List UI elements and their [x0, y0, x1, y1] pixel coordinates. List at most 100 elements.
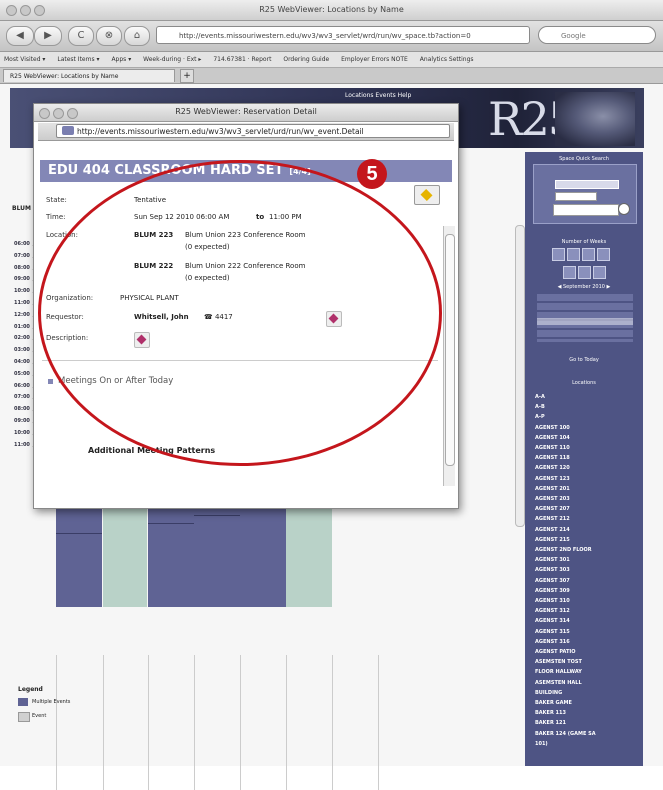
bookmark-item[interactable]: Week-during · Ext ▸: [143, 56, 201, 63]
reload-button[interactable]: C: [68, 26, 94, 46]
event-divider: [148, 523, 194, 524]
popup-address[interactable]: http://events.missouriwestern.edu/wv3/wv…: [56, 124, 450, 138]
location-link[interactable]: AGENST 203: [535, 496, 570, 502]
week-3-button[interactable]: [582, 248, 595, 261]
location-link[interactable]: AGENST 212: [535, 516, 570, 522]
location-link[interactable]: A-A: [535, 394, 545, 400]
location-link[interactable]: AGENST 312: [535, 608, 570, 614]
go-to-today-link[interactable]: Go to Today: [525, 357, 643, 363]
next-period-button[interactable]: [593, 266, 606, 279]
location-link[interactable]: AGENST 314: [535, 618, 570, 624]
time-label: 11:00: [14, 441, 30, 448]
time-label: 07:00: [14, 252, 30, 259]
location-link[interactable]: BAKER GAME: [535, 700, 572, 706]
forward-button[interactable]: ▶: [34, 26, 62, 46]
time-label: 01:00: [14, 323, 30, 330]
browser-titlebar: R25 WebViewer: Locations by Name: [0, 0, 663, 21]
event-block[interactable]: [194, 505, 240, 607]
location-link[interactable]: ASEMSTEN TOST: [535, 659, 582, 665]
location-link[interactable]: FLOOR HALLWAY: [535, 669, 582, 675]
location-link[interactable]: A-P: [535, 414, 545, 420]
grid-scrollbar[interactable]: [515, 225, 525, 527]
week-4-button[interactable]: [597, 248, 610, 261]
popup-scroll-thumb[interactable]: [445, 234, 455, 466]
address-url: http://events.missouriwestern.edu/wv3/wv…: [179, 32, 471, 40]
location-link[interactable]: AGENST 303: [535, 567, 570, 573]
location-link[interactable]: AGENST 118: [535, 455, 570, 461]
location-link[interactable]: AGENST 310: [535, 598, 570, 604]
bookmark-item[interactable]: 714.67381 · Report: [213, 56, 271, 63]
banner-photo: [555, 92, 635, 146]
search-field[interactable]: [555, 180, 619, 189]
calendar-title[interactable]: ◀ September 2010 ▶: [525, 284, 643, 290]
search-go-icon[interactable]: [618, 203, 630, 215]
step-badge: 5: [357, 159, 387, 189]
bookmark-item[interactable]: Latest Items ▾: [57, 56, 99, 63]
time-label: 12:00: [14, 311, 30, 318]
location-link[interactable]: A-B: [535, 404, 545, 410]
event-block[interactable]: [56, 505, 102, 607]
bookmark-item[interactable]: Analytics Settings: [420, 56, 474, 63]
prev-period-button[interactable]: [563, 266, 576, 279]
new-tab-button[interactable]: +: [180, 69, 194, 83]
location-link[interactable]: AGENST 309: [535, 588, 570, 594]
calendar-selected-week[interactable]: [537, 318, 633, 325]
location-link[interactable]: BAKER 124 (GAME SA: [535, 731, 596, 737]
location-link[interactable]: AGENST 307: [535, 578, 570, 584]
grid-col-line: [56, 655, 57, 790]
location-link[interactable]: AGENST 316: [535, 639, 570, 645]
location-link[interactable]: AGENST 104: [535, 435, 570, 441]
bookmark-item[interactable]: Ordering Guide: [283, 56, 329, 63]
location-link[interactable]: AGENST 301: [535, 557, 570, 563]
popup-url-bar: http://events.missouriwestern.edu/wv3/wv…: [38, 123, 454, 141]
location-link[interactable]: AGENST 315: [535, 629, 570, 635]
multi-event-block[interactable]: [103, 505, 147, 607]
calendar-export-button[interactable]: [414, 185, 440, 205]
bookmark-item[interactable]: Apps ▾: [111, 56, 131, 63]
event-block[interactable]: [240, 505, 286, 607]
display-select[interactable]: [555, 192, 597, 201]
home-button[interactable]: ⌂: [124, 26, 150, 46]
bookmark-item[interactable]: Employer Errors NOTE: [341, 56, 408, 63]
location-link[interactable]: AGENST 207: [535, 506, 570, 512]
search-input[interactable]: Google: [538, 26, 656, 44]
location-link[interactable]: AGENST 120: [535, 465, 570, 471]
address-bar[interactable]: http://events.missouriwestern.edu/wv3/wv…: [156, 26, 530, 44]
banner-links[interactable]: Locations Events Help: [345, 92, 411, 99]
search-text-input[interactable]: [553, 204, 619, 216]
time-label: 10:00: [14, 288, 30, 295]
location-link[interactable]: AGENST 123: [535, 476, 570, 482]
time-label: 06:00: [14, 382, 30, 389]
mini-calendar[interactable]: [537, 292, 633, 342]
location-link[interactable]: AGENST 100: [535, 425, 570, 431]
legend-swatch-event: [18, 712, 30, 722]
location-link[interactable]: AGENST 201: [535, 486, 570, 492]
multi-event-block[interactable]: [286, 505, 332, 607]
popup-scrollbar[interactable]: [443, 226, 455, 486]
search-placeholder: Google: [561, 32, 586, 40]
location-link[interactable]: BAKER 113: [535, 710, 566, 716]
location-link[interactable]: AGENST 214: [535, 527, 570, 533]
grid-col-line: [332, 655, 333, 790]
bookmark-item[interactable]: Most Visited ▾: [4, 56, 45, 63]
today-period-button[interactable]: [578, 266, 591, 279]
week-1-button[interactable]: [552, 248, 565, 261]
location-link[interactable]: AGENST 110: [535, 445, 570, 451]
tab-locations[interactable]: R25 WebViewer: Locations by Name: [3, 69, 175, 82]
location-link[interactable]: BAKER 121: [535, 720, 566, 726]
window-title: R25 WebViewer: Locations by Name: [259, 5, 404, 14]
legend-title: Legend: [18, 686, 43, 693]
time-label: 03:00: [14, 347, 30, 354]
location-link[interactable]: BUILDING: [535, 690, 562, 696]
time-label: Time:: [46, 213, 66, 221]
location-link[interactable]: AGENST 215: [535, 537, 570, 543]
event-block[interactable]: [148, 505, 194, 607]
stop-button[interactable]: ⊗: [96, 26, 122, 46]
week-2-button[interactable]: [567, 248, 580, 261]
popup-titlebar: R25 WebViewer: Reservation Detail: [34, 104, 458, 122]
location-link[interactable]: AGENST 2ND FLOOR: [535, 547, 592, 553]
location-link[interactable]: ASEMSTEN HALL: [535, 680, 582, 686]
back-button[interactable]: ◀: [6, 26, 34, 46]
location-link[interactable]: AGENST PATIO: [535, 649, 576, 655]
location-link[interactable]: 101): [535, 741, 548, 747]
